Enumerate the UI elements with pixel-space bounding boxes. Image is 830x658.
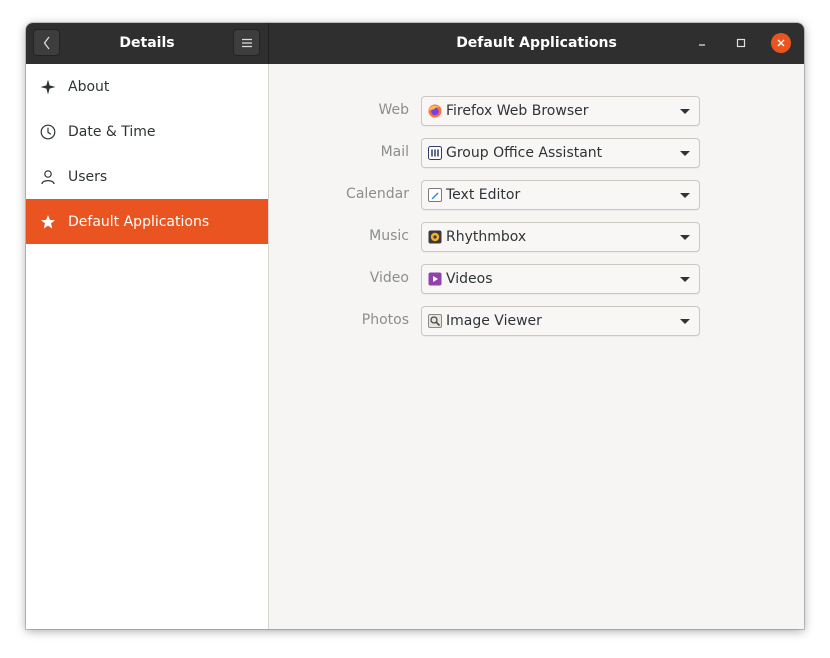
web-combo[interactable]: Firefox Web Browser	[421, 96, 700, 126]
text-editor-icon	[428, 188, 442, 202]
music-combo[interactable]: Rhythmbox	[421, 222, 700, 252]
sidebar: About Date & Time Users Default Applicat…	[26, 64, 269, 629]
user-icon	[39, 168, 57, 186]
header-bar: Details Default Applications	[26, 23, 804, 64]
default-apps-panel: Web Firefox Web Browser Mail Group Offic…	[269, 64, 804, 629]
dropdown-arrow-icon	[680, 192, 690, 198]
maximize-button[interactable]	[731, 33, 751, 53]
close-button[interactable]	[771, 33, 791, 53]
mail-combo-value: Group Office Assistant	[446, 145, 603, 161]
dropdown-arrow-icon	[680, 318, 690, 324]
sidebar-item-default-applications[interactable]: Default Applications	[26, 199, 268, 244]
back-button[interactable]	[33, 29, 60, 56]
page-title: Default Applications	[456, 35, 617, 51]
firefox-icon	[428, 104, 442, 118]
maximize-icon	[736, 38, 746, 48]
videos-icon	[428, 272, 442, 286]
sidebar-item-label: Users	[68, 168, 108, 185]
sidebar-item-users[interactable]: Users	[26, 154, 268, 199]
label-calendar: Calendar	[346, 186, 409, 202]
calendar-combo-value: Text Editor	[446, 187, 521, 203]
sidebar-item-date-time[interactable]: Date & Time	[26, 109, 268, 154]
image-viewer-icon	[428, 314, 442, 328]
clock-icon	[39, 123, 57, 141]
video-combo-value: Videos	[446, 271, 493, 287]
dropdown-arrow-icon	[680, 150, 690, 156]
label-web: Web	[378, 102, 409, 118]
sidebar-item-about[interactable]: About	[26, 64, 268, 109]
minimize-button[interactable]	[692, 33, 712, 53]
music-combo-value: Rhythmbox	[446, 229, 527, 245]
settings-window: Details Default Applications About Date …	[26, 23, 804, 629]
minimize-icon	[699, 44, 705, 46]
sidebar-item-label: Date & Time	[68, 123, 156, 140]
label-mail: Mail	[380, 144, 409, 160]
mail-combo[interactable]: Group Office Assistant	[421, 138, 700, 168]
web-combo-value: Firefox Web Browser	[446, 103, 589, 119]
hamburger-icon	[241, 38, 252, 47]
star-icon	[39, 213, 57, 231]
video-combo[interactable]: Videos	[421, 264, 700, 294]
calendar-combo[interactable]: Text Editor	[421, 180, 700, 210]
sidebar-header: Details	[26, 23, 269, 64]
chevron-left-icon	[43, 36, 50, 49]
label-music: Music	[369, 228, 409, 244]
photos-combo[interactable]: Image Viewer	[421, 306, 700, 336]
label-photos: Photos	[361, 312, 409, 328]
sidebar-title: Details	[119, 35, 175, 51]
sparkle-icon	[39, 78, 57, 96]
sidebar-item-label: Default Applications	[68, 213, 210, 230]
dropdown-arrow-icon	[680, 276, 690, 282]
group-office-icon	[428, 146, 442, 160]
dropdown-arrow-icon	[680, 108, 690, 114]
dropdown-arrow-icon	[680, 234, 690, 240]
rhythmbox-icon	[428, 230, 442, 244]
sidebar-item-label: About	[68, 78, 110, 95]
label-video: Video	[369, 270, 409, 286]
menu-button[interactable]	[233, 29, 260, 56]
photos-combo-value: Image Viewer	[446, 313, 542, 329]
close-icon	[777, 39, 785, 47]
